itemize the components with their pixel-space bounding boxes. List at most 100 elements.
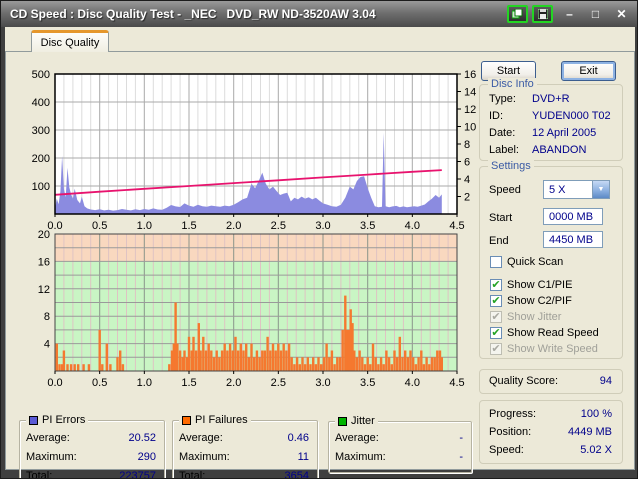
quality-score-value: 94 xyxy=(599,375,612,387)
svg-text:16: 16 xyxy=(464,69,476,81)
svg-text:2.0: 2.0 xyxy=(226,377,241,389)
svg-text:20: 20 xyxy=(38,230,50,241)
checkbox-show-write-speed: ✔ Show Write Speed xyxy=(490,342,598,356)
checkbox-show-read-speed[interactable]: ✔ Show Read Speed xyxy=(490,326,599,340)
disc-type-label: Type: xyxy=(489,93,516,105)
stat-value: 223757 xyxy=(119,470,156,479)
stat-value: 0.46 xyxy=(287,432,309,444)
pages-icon[interactable] xyxy=(507,5,528,23)
chevron-down-icon[interactable]: ▼ xyxy=(592,181,609,198)
svg-text:0.0: 0.0 xyxy=(47,377,62,389)
svg-text:400: 400 xyxy=(32,97,50,109)
stat-label: Maximum: xyxy=(179,451,230,463)
start-pos-label: Start xyxy=(489,212,513,224)
checkbox-box-icon[interactable]: ✔ xyxy=(490,327,502,339)
stat-label: Total: xyxy=(26,470,53,479)
stat-label: Maximum: xyxy=(335,451,386,463)
checkbox-box-icon: ✔ xyxy=(490,311,502,323)
speed-stat-value: 5.02 X xyxy=(580,444,612,456)
disc-id-label: ID: xyxy=(489,110,504,122)
disc-label-label: Label: xyxy=(489,144,519,156)
exit-button[interactable]: Exit xyxy=(561,61,616,81)
svg-text:4.5: 4.5 xyxy=(449,377,464,389)
checkbox-box-icon[interactable]: ✔ xyxy=(490,279,502,291)
pi-failures-title: PI Failures xyxy=(195,414,248,426)
stat-label: Maximum: xyxy=(26,451,77,463)
disc-date-label: Date: xyxy=(489,127,516,139)
checkbox-show-c2-pif[interactable]: ✔ Show C2/PIF xyxy=(490,294,572,308)
svg-text:200: 200 xyxy=(32,153,50,165)
stat-label: Average: xyxy=(335,432,379,444)
pi-errors-title: PI Errors xyxy=(42,414,86,426)
speed-stat-label: Speed: xyxy=(489,444,524,456)
jitter-title: Jitter xyxy=(351,415,375,427)
stat-value: - xyxy=(459,432,463,444)
maximize-button[interactable]: □ xyxy=(586,5,605,23)
svg-text:100: 100 xyxy=(32,181,50,193)
pi-errors-stats: PI Errors Average: 20.52 Maximum: 290 Tota… xyxy=(19,414,165,479)
svg-text:4: 4 xyxy=(464,174,470,186)
stat-value: 20.52 xyxy=(128,432,156,444)
tab-disc-quality[interactable]: Disc Quality xyxy=(31,30,109,52)
stat-label: Average: xyxy=(26,432,70,444)
checkbox-label: Quick Scan xyxy=(507,256,564,268)
disc-label-value: ABANDON xyxy=(532,144,587,156)
checkbox-label: Show Jitter xyxy=(507,311,562,323)
floppy-icon[interactable] xyxy=(532,5,553,23)
stat-label: Average: xyxy=(179,432,223,444)
svg-text:12: 12 xyxy=(464,104,476,116)
checkbox-box-icon[interactable]: ✔ xyxy=(490,256,502,268)
end-pos-value: 4450 MB xyxy=(549,233,594,246)
minimize-button[interactable]: – xyxy=(560,5,579,23)
quality-score-label: Quality Score: xyxy=(489,375,559,387)
disc-type-value: DVD+R xyxy=(532,93,570,105)
window-title: CD Speed : Disc Quality Test - _NEC DVD_… xyxy=(10,7,376,21)
checkbox-show-c1-pie[interactable]: ✔ Show C1/PIE xyxy=(490,278,572,292)
svg-text:2.5: 2.5 xyxy=(271,377,286,389)
disc-info-group: Disc Info Type: DVD+R ID: YUDEN000 T02 Dat… xyxy=(479,78,623,161)
svg-text:3.0: 3.0 xyxy=(315,377,330,389)
speed-select[interactable]: 5 X ▼ xyxy=(543,180,610,199)
pi-failures-chart: 0.0 0.5 1.0 1.5 2.0 2.5 3.0 3.5 4.0 4.5 4 8 12 16 20 xyxy=(38,230,465,389)
svg-text:2: 2 xyxy=(464,192,470,204)
pi-errors-legend-icon xyxy=(29,415,38,425)
checkbox-quick-scan[interactable]: ✔ Quick Scan xyxy=(490,255,563,269)
pi-errors-chart: 0.0 0.5 1.0 1.5 2.0 2.5 3.0 3.5 4.0 4.51002003004… xyxy=(32,69,476,232)
progress-box: Progress: 100 % Position: 4449 MB Speed: 5.… xyxy=(479,400,623,464)
stat-value: 3654 xyxy=(284,470,309,479)
svg-text:16: 16 xyxy=(38,256,50,268)
checkbox-label: Show Write Speed xyxy=(507,343,598,355)
pi-failures-stats: PI Failures Average: 0.46 Maximum: 11 Tota… xyxy=(172,414,318,479)
start-pos-value: 0000 MB xyxy=(549,210,594,223)
svg-text:1.5: 1.5 xyxy=(181,377,196,389)
checkbox-show-jitter: ✔ Show Jitter xyxy=(490,310,561,324)
svg-text:12: 12 xyxy=(38,284,50,296)
svg-text:3.5: 3.5 xyxy=(360,377,375,389)
tab-page: 0.0 0.5 1.0 1.5 2.0 2.5 3.0 3.5 4.0 4.5 100 200 300 4… xyxy=(5,51,635,478)
progress-value: 100 % xyxy=(580,408,612,420)
start-pos-field[interactable]: 0000 MB xyxy=(543,208,603,225)
disc-info-title: Disc Info xyxy=(488,78,537,90)
svg-text:10: 10 xyxy=(464,122,476,134)
svg-text:500: 500 xyxy=(32,69,50,81)
progress-label: Progress: xyxy=(489,408,537,420)
speed-value: 5 X xyxy=(549,183,566,196)
svg-text:1.0: 1.0 xyxy=(137,377,152,389)
stat-value: - xyxy=(459,451,463,463)
close-button[interactable]: ✕ xyxy=(612,5,631,23)
speed-label: Speed xyxy=(489,184,521,196)
titlebar[interactable]: CD Speed : Disc Quality Test - _NEC DVD_… xyxy=(1,1,637,27)
checkbox-label: Show C2/PIF xyxy=(507,295,572,307)
disc-date-value: 12 April 2005 xyxy=(532,127,597,139)
svg-text:6: 6 xyxy=(464,157,470,169)
window-body: Disc Quality 0.0 0.5 1.0 1.5 2.0 2.5 3.0 3.5 4.0… xyxy=(5,27,635,478)
svg-text:8: 8 xyxy=(464,139,470,151)
app-window: CD Speed : Disc Quality Test - _NEC DVD_… xyxy=(0,0,638,479)
quality-score-box: Quality Score: 94 xyxy=(479,369,623,394)
checkbox-box-icon[interactable]: ✔ xyxy=(490,295,502,307)
jitter-legend-icon xyxy=(338,416,347,426)
jitter-stats: Jitter Average: - Maximum: - xyxy=(328,415,472,473)
svg-text:0.5: 0.5 xyxy=(92,377,107,389)
end-pos-field[interactable]: 4450 MB xyxy=(543,231,603,248)
settings-group: Settings Speed 5 X ▼ Start 0000 MB End 4… xyxy=(479,160,623,359)
